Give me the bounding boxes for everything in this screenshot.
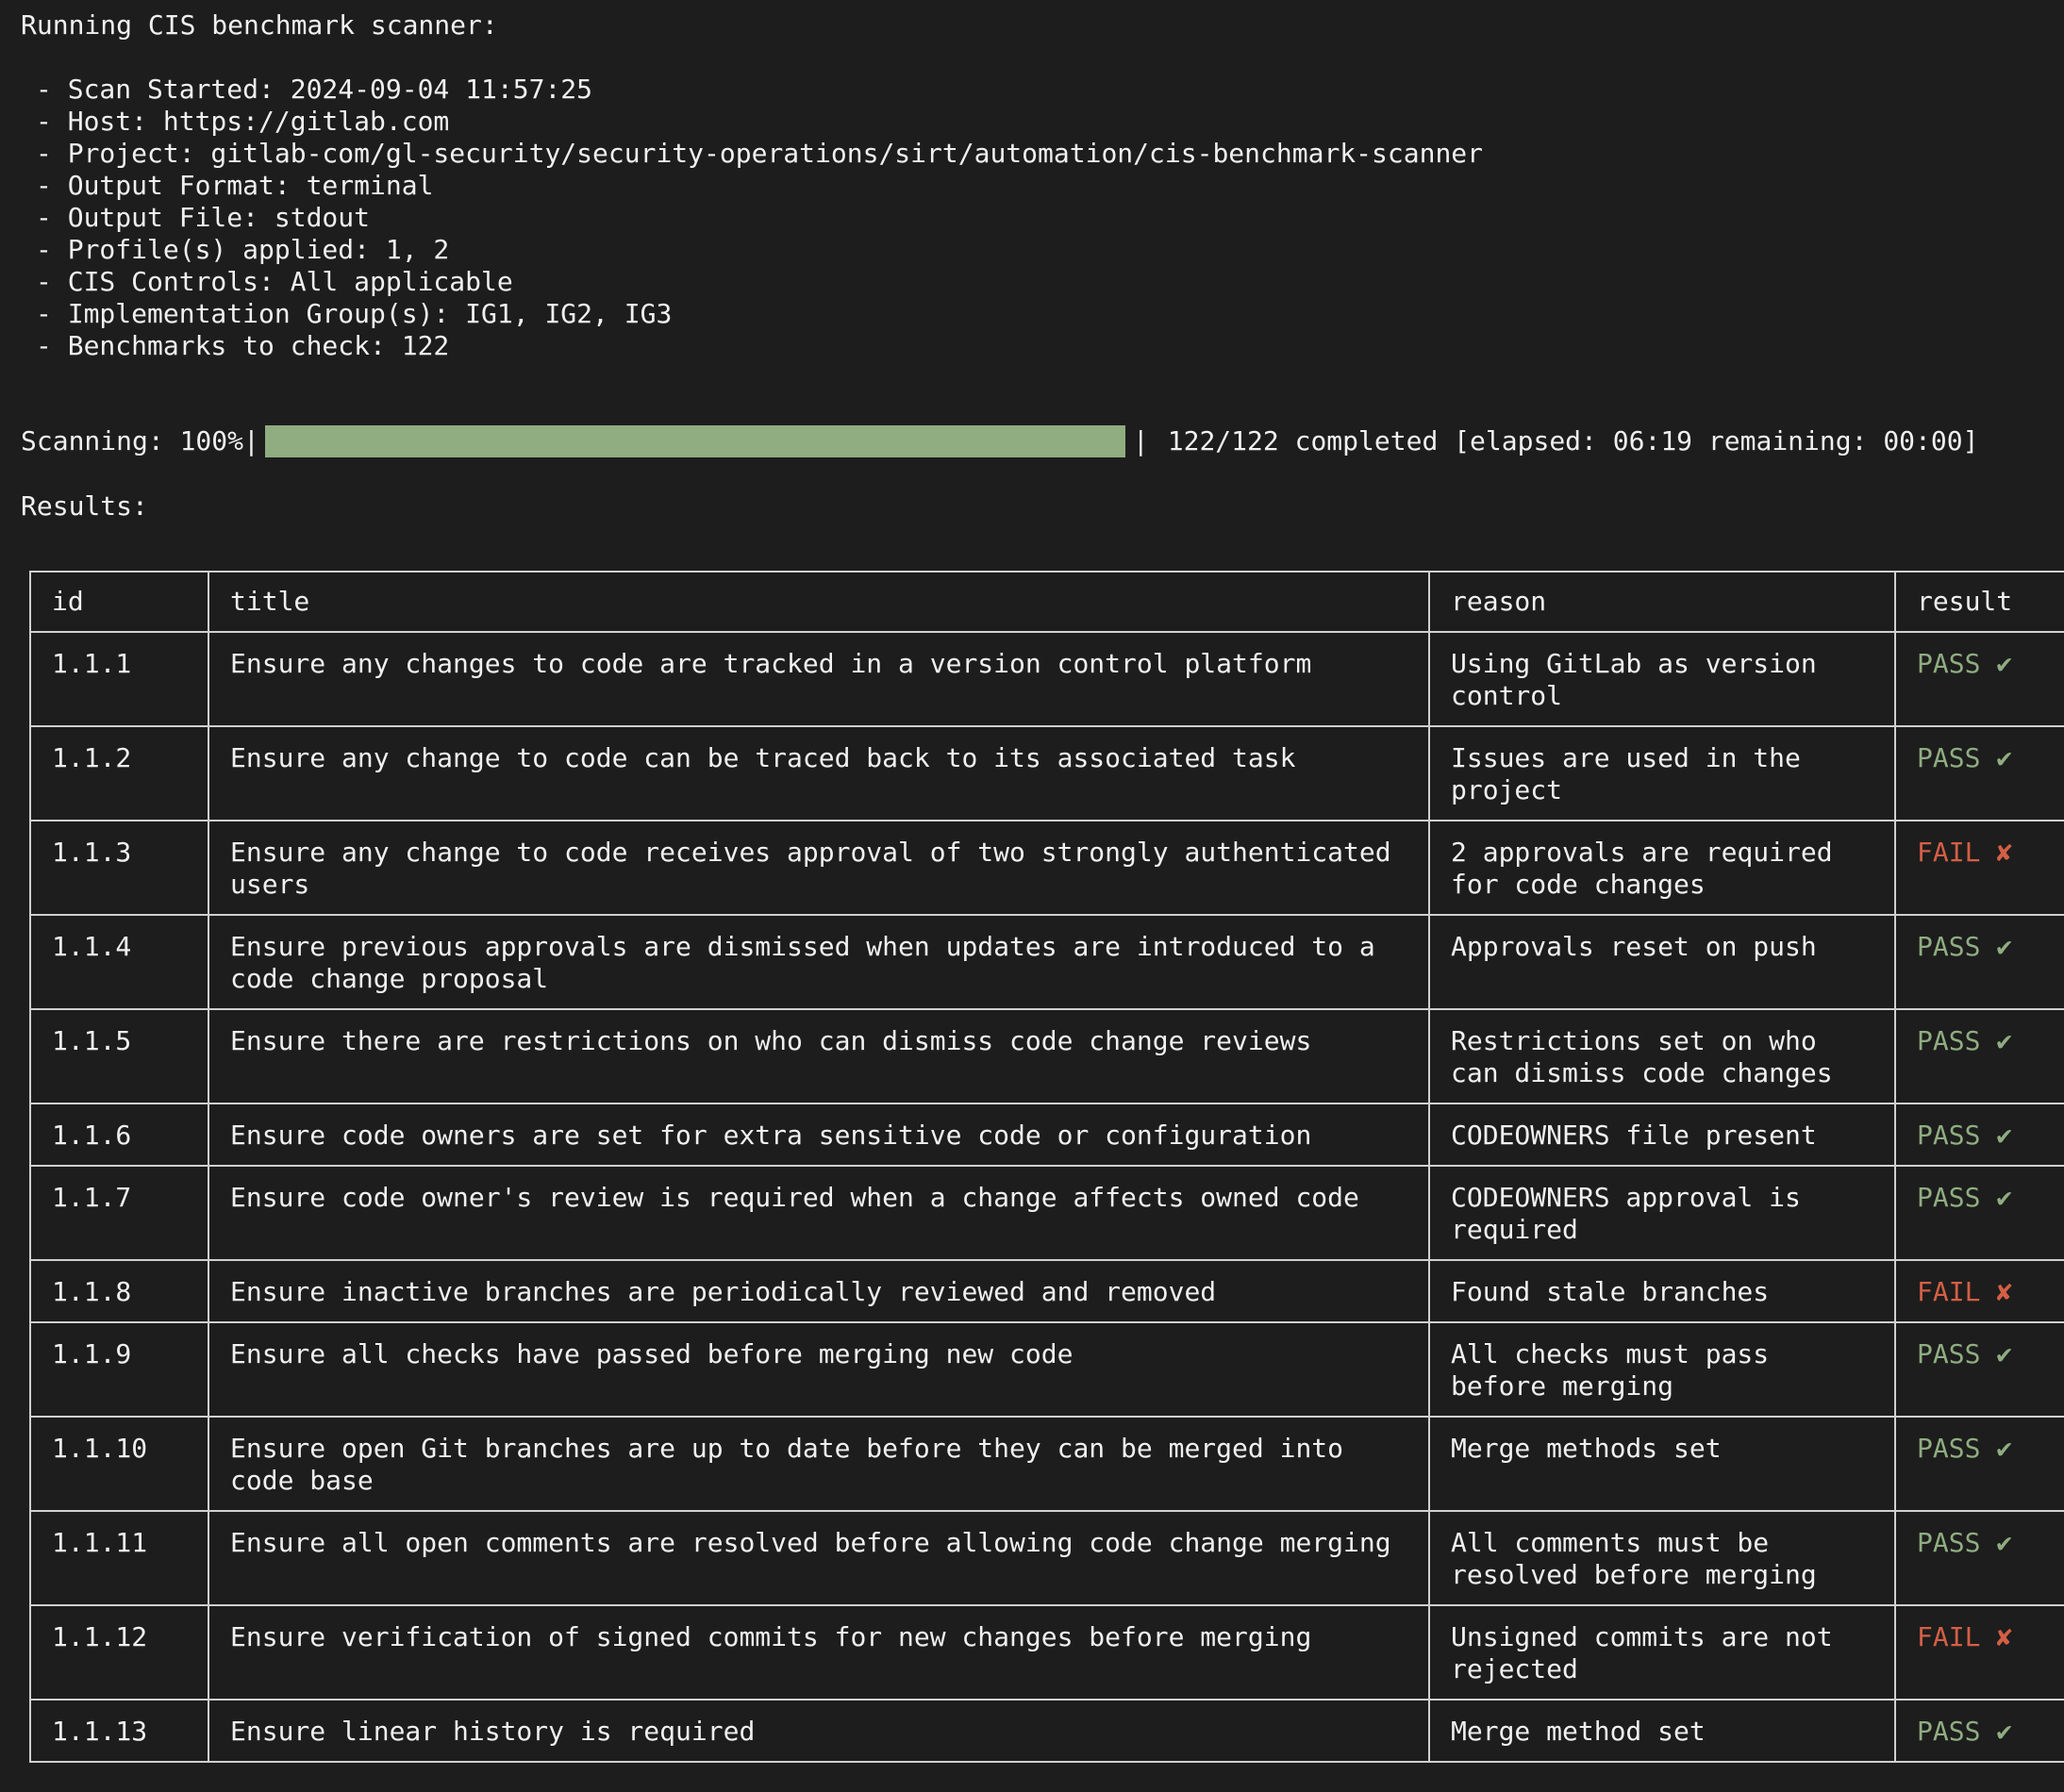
host-line: - Host: https://gitlab.com xyxy=(36,106,450,137)
table-body: 1.1.1 Ensure any changes to code are trac… xyxy=(29,631,2064,1763)
cell-title: Ensure all checks have passed before mer… xyxy=(208,1321,1430,1418)
table-row: 1.1.5 Ensure there are restrictions on wh… xyxy=(29,1008,2064,1104)
cell-title: Ensure open Git branches are up to date … xyxy=(208,1416,1430,1512)
cell-result: PASS ✔ xyxy=(1894,1321,2064,1418)
cell-id: 1.1.7 xyxy=(29,1165,209,1261)
output-file-line: - Output File: stdout xyxy=(36,202,371,233)
cell-id: 1.1.6 xyxy=(29,1103,209,1167)
cell-result: PASS ✔ xyxy=(1894,1699,2064,1763)
project-line: - Project: gitlab-com/gl-security/securi… xyxy=(36,138,1484,169)
cell-reason: Merge method set xyxy=(1428,1699,1896,1763)
cell-id: 1.1.13 xyxy=(29,1699,209,1763)
implementation-groups-line: - Implementation Group(s): IG1, IG2, IG3 xyxy=(36,298,673,329)
table-row: 1.1.11 Ensure all open comments are resol… xyxy=(29,1510,2064,1606)
cell-title: Ensure linear history is required xyxy=(208,1699,1430,1763)
column-header-reason: reason xyxy=(1428,571,1896,633)
cell-result: PASS ✔ xyxy=(1894,1008,2064,1104)
table-row: 1.1.1 Ensure any changes to code are trac… xyxy=(29,631,2064,727)
cell-result: PASS ✔ xyxy=(1894,1103,2064,1167)
column-header-id: id xyxy=(29,571,209,633)
table-row: 1.1.2 Ensure any change to code can be tr… xyxy=(29,725,2064,821)
cell-result: PASS ✔ xyxy=(1894,725,2064,821)
cell-id: 1.1.4 xyxy=(29,914,209,1010)
progress-label: Scanning: 100% xyxy=(21,425,244,456)
cell-result: PASS ✔ xyxy=(1894,1510,2064,1606)
cell-title: Ensure inactive branches are periodicall… xyxy=(208,1259,1430,1323)
cell-reason: Restrictions set on who can dismiss code… xyxy=(1428,1008,1896,1104)
table-header-row: id title reason result xyxy=(29,571,2064,633)
progress-bar xyxy=(264,425,1125,457)
cell-id: 1.1.2 xyxy=(29,725,209,821)
viewport-bottom-edge xyxy=(0,1771,2064,1792)
table-row: 1.1.13 Ensure linear history is required M… xyxy=(29,1699,2064,1763)
cell-reason: Issues are used in the project xyxy=(1428,725,1896,821)
table-row: 1.1.12 Ensure verification of signed comm… xyxy=(29,1604,2064,1701)
table-row: 1.1.7 Ensure code owner's review is requi… xyxy=(29,1165,2064,1261)
cell-title: Ensure previous approvals are dismissed … xyxy=(208,914,1430,1010)
cell-reason: All checks must pass before merging xyxy=(1428,1321,1896,1418)
cell-reason: CODEOWNERS file present xyxy=(1428,1103,1896,1167)
cell-reason: Using GitLab as version control xyxy=(1428,631,1896,727)
scanner-title: Running CIS benchmark scanner: xyxy=(21,9,498,41)
progress-bar-left-edge: | xyxy=(243,425,259,456)
scan-started-line: - Scan Started: 2024-09-04 11:57:25 xyxy=(36,74,593,105)
cell-title: Ensure all open comments are resolved be… xyxy=(208,1510,1430,1606)
table-row: 1.1.3 Ensure any change to code receives … xyxy=(29,820,2064,916)
table-row: 1.1.4 Ensure previous approvals are dismi… xyxy=(29,914,2064,1010)
cell-result: FAIL ✘ xyxy=(1894,1604,2064,1701)
cell-title: Ensure code owners are set for extra sen… xyxy=(208,1103,1430,1167)
cell-result: PASS ✔ xyxy=(1894,631,2064,727)
column-header-result: result xyxy=(1894,571,2064,633)
cell-id: 1.1.10 xyxy=(29,1416,209,1512)
cis-controls-line: - CIS Controls: All applicable xyxy=(36,266,513,297)
cell-reason: Merge methods set xyxy=(1428,1416,1896,1512)
cell-id: 1.1.3 xyxy=(29,820,209,916)
cell-title: Ensure any changes to code are tracked i… xyxy=(208,631,1430,727)
cell-title: Ensure verification of signed commits fo… xyxy=(208,1604,1430,1701)
progress-bar-fill xyxy=(264,425,1125,457)
table-row: 1.1.10 Ensure open Git branches are up to… xyxy=(29,1416,2064,1512)
cell-result: FAIL ✘ xyxy=(1894,820,2064,916)
column-header-title: title xyxy=(208,571,1430,633)
progress-bar-right-edge: | xyxy=(1132,425,1149,456)
profiles-line: - Profile(s) applied: 1, 2 xyxy=(36,234,450,265)
cell-id: 1.1.11 xyxy=(29,1510,209,1606)
benchmarks-count-line: - Benchmarks to check: 122 xyxy=(36,330,450,361)
cell-title: Ensure any change to code receives appro… xyxy=(208,820,1430,916)
cell-id: 1.1.12 xyxy=(29,1604,209,1701)
cell-reason: Unsigned commits are not rejected xyxy=(1428,1604,1896,1701)
table-row: 1.1.9 Ensure all checks have passed befor… xyxy=(29,1321,2064,1418)
cell-reason: All comments must be resolved before mer… xyxy=(1428,1510,1896,1606)
cell-title: Ensure there are restrictions on who can… xyxy=(208,1008,1430,1104)
cell-id: 1.1.9 xyxy=(29,1321,209,1418)
cell-id: 1.1.8 xyxy=(29,1259,209,1323)
cell-id: 1.1.5 xyxy=(29,1008,209,1104)
results-table: id title reason result 1.1.1 Ensure any c… xyxy=(29,571,2064,1763)
cell-reason: 2 approvals are required for code change… xyxy=(1428,820,1896,916)
cell-result: PASS ✔ xyxy=(1894,1165,2064,1261)
cell-title: Ensure any change to code can be traced … xyxy=(208,725,1430,821)
table-row: 1.1.8 Ensure inactive branches are period… xyxy=(29,1259,2064,1323)
results-label: Results: xyxy=(21,490,148,522)
cell-reason: Found stale branches xyxy=(1428,1259,1896,1323)
cell-result: PASS ✔ xyxy=(1894,1416,2064,1512)
output-format-line: - Output Format: terminal xyxy=(36,170,434,201)
progress-row: Scanning: 100% | | 122/122 completed [elap… xyxy=(21,425,1978,457)
cell-id: 1.1.1 xyxy=(29,631,209,727)
table-row: 1.1.6 Ensure code owners are set for extr… xyxy=(29,1103,2064,1167)
cell-reason: CODEOWNERS approval is required xyxy=(1428,1165,1896,1261)
progress-status: 122/122 completed [elapsed: 06:19 remain… xyxy=(1167,425,1979,456)
cell-result: PASS ✔ xyxy=(1894,914,2064,1010)
cell-title: Ensure code owner's review is required w… xyxy=(208,1165,1430,1261)
cell-result: FAIL ✘ xyxy=(1894,1259,2064,1323)
cell-reason: Approvals reset on push xyxy=(1428,914,1896,1010)
